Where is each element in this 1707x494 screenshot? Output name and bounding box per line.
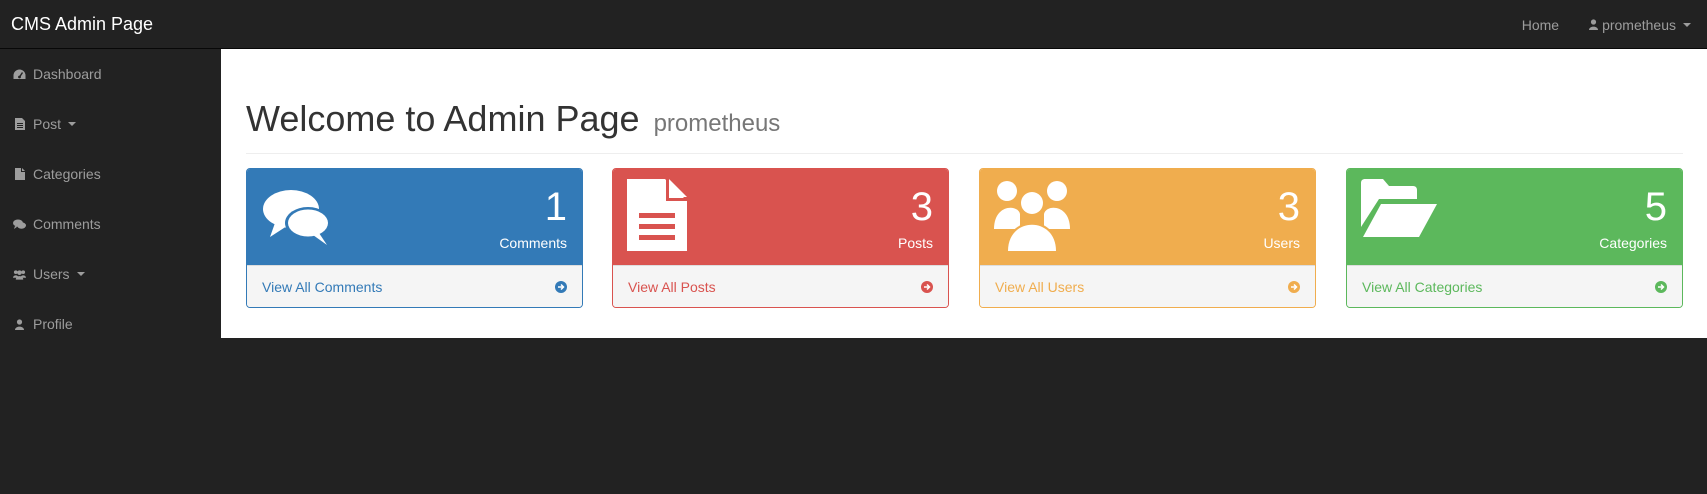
caret-down-icon [76,272,85,276]
sidebar-item-dashboard[interactable]: Dashboard [0,49,221,99]
sidebar-item-label: Categories [33,166,101,182]
footer-link-text: View All Comments [262,278,383,295]
folder-open-icon [1361,179,1437,251]
categories-label: Categories [1599,235,1667,251]
view-all-categories-link[interactable]: View All Categories [1347,265,1682,307]
file-text-icon [13,118,26,131]
view-all-users-link[interactable]: View All Users [980,265,1315,307]
footer-link-text: View All Categories [1362,278,1483,295]
panel-heading: 3 Posts [613,169,948,265]
user-icon [1589,19,1599,30]
home-link[interactable]: Home [1522,17,1559,33]
footer-link-text: View All Users [995,278,1085,295]
page-title: Welcome to Admin Page prometheus [246,98,781,139]
top-navbar: CMS Admin Page Home prometheus [0,0,1707,49]
comments-panel: 1 Comments View All Comments [246,168,583,308]
view-all-comments-link[interactable]: View All Comments [247,265,582,307]
footer-link-text: View All Posts [628,278,716,295]
panel-heading: 5 Categories [1347,169,1682,265]
arrow-circle-right-icon [555,280,567,293]
comments-count: 1 [544,185,567,229]
user-name: prometheus [1602,16,1676,33]
sidebar: Dashboard Post Categories Comments Users… [0,49,221,349]
file-text-icon [627,179,699,251]
categories-panel: 5 Categories View All Categories [1346,168,1683,308]
users-panel: 3 Users View All Users [979,168,1316,308]
dashboard-icon [13,68,26,81]
sidebar-item-profile[interactable]: Profile [0,299,221,349]
caret-down-icon [1683,22,1691,27]
file-icon [13,168,26,181]
page-subtitle: prometheus [653,110,781,137]
comments-icon [13,218,26,231]
page-header: Welcome to Admin Page prometheus [246,99,1683,154]
sidebar-item-label: Profile [33,316,73,332]
arrow-circle-right-icon [1288,280,1300,293]
arrow-circle-right-icon [1655,280,1667,293]
brand-link[interactable]: CMS Admin Page [11,13,153,35]
panel-heading: 1 Comments [247,169,582,265]
user-icon [13,318,26,331]
sidebar-item-comments[interactable]: Comments [0,199,221,249]
caret-down-icon [68,122,77,126]
comments-label: Comments [499,235,567,251]
sidebar-item-label: Comments [33,216,101,232]
panel-heading: 3 Users [980,169,1315,265]
users-icon [994,179,1070,251]
sidebar-item-post[interactable]: Post [0,99,221,149]
comments-icon [261,179,333,251]
users-count: 3 [1277,185,1300,229]
users-icon [13,268,26,281]
view-all-posts-link[interactable]: View All Posts [613,265,948,307]
sidebar-item-users[interactable]: Users [0,249,221,299]
navbar-right: Home prometheus [1522,0,1691,49]
sidebar-item-label: Users [33,266,70,282]
stats-panels: 1 Comments View All Comments 3 Posts Vie… [246,168,1683,308]
sidebar-item-label: Post [33,116,62,132]
posts-panel: 3 Posts View All Posts [612,168,949,308]
sidebar-item-categories[interactable]: Categories [0,149,221,199]
arrow-circle-right-icon [921,280,933,293]
page-wrapper: Welcome to Admin Page prometheus 1 Comme… [221,49,1707,338]
user-dropdown[interactable]: prometheus [1589,17,1691,33]
sidebar-item-label: Dashboard [33,66,102,82]
posts-label: Posts [897,235,933,251]
categories-count: 5 [1644,185,1667,229]
posts-count: 3 [910,185,933,229]
users-label: Users [1263,235,1300,251]
